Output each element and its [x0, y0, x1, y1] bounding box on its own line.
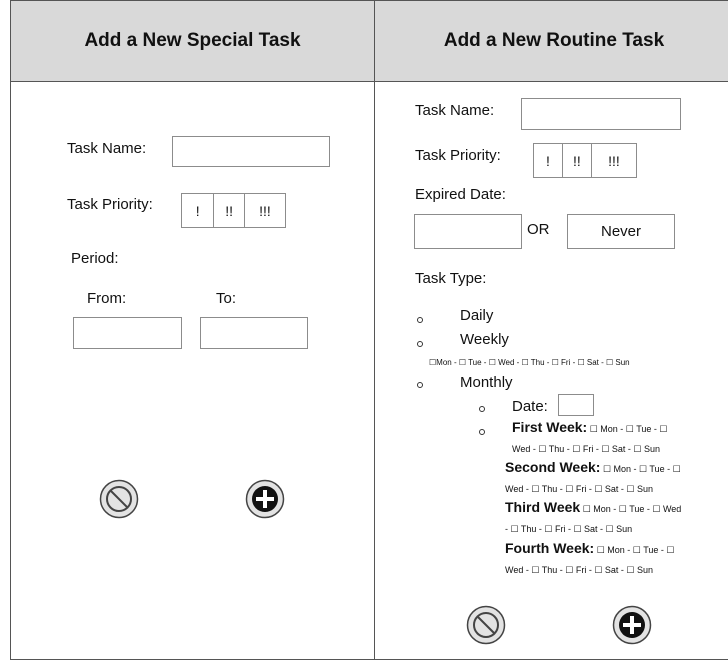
routine-priority-low[interactable]: ! [534, 144, 563, 177]
routine-add-button[interactable] [612, 605, 652, 645]
second-week-days-2[interactable]: Wed - ☐ Thu - ☐ Fri - ☐ Sat - ☐ Sun [505, 483, 653, 496]
third-week-label: Third Week [505, 499, 581, 515]
weekly-label: Weekly [460, 331, 509, 348]
second-week-label: Second Week: [505, 459, 601, 475]
special-priority-medium[interactable]: !! [214, 194, 245, 227]
routine-priority-high[interactable]: !!! [592, 144, 636, 177]
task-type-label: Task Type: [415, 270, 487, 287]
routine-task-title: Add a New Routine Task [375, 1, 728, 82]
third-week-days-2[interactable]: - ☐ Thu - ☐ Fri - ☐ Sat - ☐ Sun [505, 523, 632, 536]
monthly-label: Monthly [460, 374, 513, 391]
special-priority-low[interactable]: ! [182, 194, 215, 227]
monthly-radio[interactable] [417, 382, 423, 388]
routine-cancel-button[interactable] [466, 605, 506, 645]
special-add-button[interactable] [245, 479, 285, 519]
first-week-days-1[interactable]: ☐ Mon - ☐ Tue - ☐ [590, 424, 668, 434]
daily-label: Daily [460, 307, 494, 324]
fourth-week-days-2[interactable]: Wed - ☐ Thu - ☐ Fri - ☐ Sat - ☐ Sun [505, 564, 653, 577]
period-label: Period: [71, 250, 119, 267]
weekly-day-checkboxes[interactable]: ☐Mon - ☐ Tue - ☐ Wed - ☐ Thu - ☐ Fri - ☐… [429, 358, 630, 367]
first-week-group: First Week: ☐ Mon - ☐ Tue - ☐ [512, 419, 728, 436]
routine-task-priority-label: Task Priority: [415, 147, 501, 164]
special-priority-selector: ! !! !!! [181, 193, 286, 228]
routine-task-name-label: Task Name: [415, 102, 495, 119]
to-label: To: [216, 290, 237, 307]
cancel-icon [466, 605, 506, 645]
first-week-days-2[interactable]: Wed - ☐ Thu - ☐ Fri - ☐ Sat - ☐ Sun [512, 443, 660, 456]
routine-priority-medium[interactable]: !! [563, 144, 592, 177]
never-button[interactable]: Never [567, 214, 675, 249]
cancel-icon [99, 479, 139, 519]
add-icon [245, 479, 285, 519]
first-week-label: First Week: [512, 419, 588, 435]
special-task-name-label: Task Name: [67, 140, 147, 157]
first-week-radio[interactable] [479, 429, 485, 435]
special-task-priority-label: Task Priority: [67, 196, 153, 213]
fourth-week-days-1[interactable]: ☐ Mon - ☐ Tue - ☐ [597, 545, 675, 555]
fourth-week-label: Fourth Week: [505, 540, 595, 556]
fourth-week-group: Fourth Week: ☐ Mon - ☐ Tue - ☐ [505, 540, 728, 557]
daily-radio[interactable] [417, 317, 423, 323]
monthly-date-input[interactable] [558, 394, 594, 416]
special-task-name-input[interactable] [172, 136, 330, 167]
special-cancel-button[interactable] [99, 479, 139, 519]
special-priority-high[interactable]: !!! [245, 194, 285, 227]
second-week-group: Second Week: ☐ Mon - ☐ Tue - ☐ [505, 459, 728, 476]
from-date-input[interactable] [73, 317, 182, 349]
routine-task-name-input[interactable] [521, 98, 681, 130]
second-week-days-1[interactable]: ☐ Mon - ☐ Tue - ☐ [603, 464, 681, 474]
add-icon [612, 605, 652, 645]
or-label: OR [527, 221, 550, 238]
from-label: From: [87, 290, 127, 307]
date-label: Date: [512, 398, 548, 415]
to-date-input[interactable] [200, 317, 308, 349]
routine-task-panel: Add a New Routine Task Task Name: Task P… [374, 0, 728, 660]
special-task-title: Add a New Special Task [11, 1, 374, 82]
special-task-panel: Add a New Special Task Task Name: Task P… [10, 0, 375, 660]
expired-date-input[interactable] [414, 214, 522, 249]
expired-date-label: Expired Date: [415, 186, 506, 203]
weekly-radio[interactable] [417, 341, 423, 347]
third-week-days-1[interactable]: ☐ Mon - ☐ Tue - ☐ Wed [583, 504, 682, 514]
date-radio[interactable] [479, 406, 485, 412]
third-week-group: Third Week ☐ Mon - ☐ Tue - ☐ Wed [505, 499, 728, 516]
routine-priority-selector: ! !! !!! [533, 143, 637, 178]
